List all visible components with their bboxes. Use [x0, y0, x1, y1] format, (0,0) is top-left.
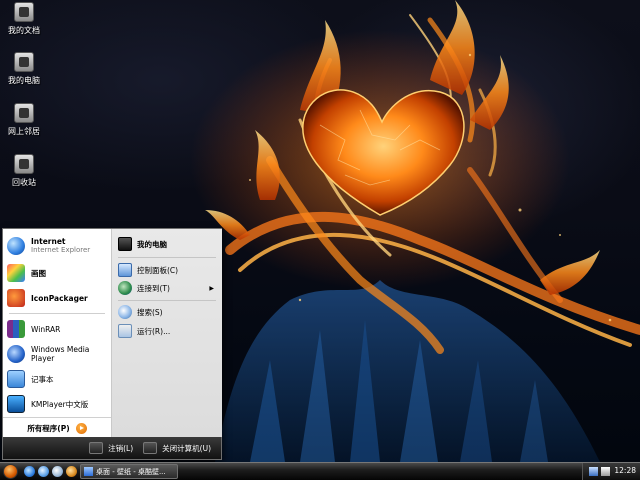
menu-item-title: IconPackager	[31, 293, 88, 303]
desktop-icon-recycle-bin[interactable]: 回收站	[0, 154, 48, 188]
all-programs-label: 所有程序(P)	[27, 423, 70, 433]
logoff-label: 注销(L)	[108, 443, 134, 453]
menu-item-title: 运行(R)...	[137, 326, 171, 336]
internet-explorer-icon	[7, 237, 25, 255]
menu-item-paint[interactable]: 画图	[7, 264, 107, 282]
shutdown-label: 关闭计算机(U)	[162, 443, 211, 453]
menu-item-run[interactable]: 运行(R)...	[118, 324, 218, 338]
winrar-icon	[7, 320, 25, 338]
shutdown-button[interactable]: 关闭计算机(U)	[143, 442, 211, 454]
menu-separator	[118, 257, 216, 258]
desktop-icon-label: 我的电脑	[8, 76, 40, 85]
desktop-icon-label: 网上邻居	[8, 127, 40, 136]
desktop-icon-label: 我的文档	[8, 26, 40, 35]
quick-launch-media-player-icon[interactable]	[38, 466, 49, 477]
logoff-button[interactable]: 注销(L)	[89, 442, 133, 454]
taskbar-window-button[interactable]: 桌面 - 壁纸 - 桌酷壁...	[80, 464, 178, 479]
my-computer-icon	[118, 237, 132, 251]
menu-item-title: 搜索(S)	[137, 307, 163, 317]
quick-launch-show-desktop-icon[interactable]	[52, 466, 63, 477]
desktop-icon-my-documents[interactable]: 我的文档	[0, 2, 48, 36]
menu-item-title: 记事本	[31, 374, 54, 384]
menu-item-search[interactable]: 搜索(S)	[118, 305, 218, 319]
menu-item-windows-media-player[interactable]: Windows Media Player	[7, 345, 107, 363]
kmplayer-icon	[7, 395, 25, 413]
quick-launch-folder-icon[interactable]	[66, 466, 77, 477]
arrow-right-icon	[75, 422, 87, 434]
menu-item-subtitle: Internet Explorer	[31, 246, 91, 254]
menu-item-my-computer[interactable]: 我的电脑	[118, 237, 218, 251]
menu-item-internet[interactable]: Internet Internet Explorer	[7, 237, 107, 255]
menu-item-title: KMPlayer中文版	[31, 399, 89, 409]
menu-item-title: 控制面板(C)	[137, 265, 179, 275]
run-icon	[118, 324, 132, 338]
logoff-icon	[89, 442, 104, 454]
menu-item-notepad[interactable]: 记事本	[7, 370, 107, 388]
iconpackager-icon	[7, 289, 25, 307]
paint-icon	[7, 264, 25, 282]
connect-to-icon	[118, 281, 132, 295]
menu-item-iconpackager[interactable]: IconPackager	[7, 289, 107, 307]
system-tray: 12:28	[582, 463, 640, 480]
network-icon[interactable]	[589, 467, 598, 476]
desktop-icon-my-computer[interactable]: 我的电脑	[0, 52, 48, 86]
menu-item-connect-to[interactable]: 连接到(T) ▶	[118, 281, 218, 295]
shutdown-icon	[143, 442, 158, 454]
menu-item-title: 我的电脑	[137, 239, 167, 249]
start-button[interactable]	[3, 464, 18, 479]
menu-item-title: Windows Media Player	[31, 345, 90, 363]
start-menu-footer: 注销(L) 关闭计算机(U)	[3, 437, 221, 459]
taskbar-window-title: 桌面 - 壁纸 - 桌酷壁...	[96, 467, 166, 476]
recycle-bin-icon	[14, 154, 34, 174]
submenu-arrow-icon: ▶	[209, 284, 214, 292]
all-programs-button[interactable]: 所有程序(P)	[3, 417, 111, 438]
my-documents-icon	[14, 2, 34, 22]
start-menu-programs-pane: Internet Internet Explorer 画图 IconPackag…	[3, 229, 111, 437]
menu-item-control-panel[interactable]: 控制面板(C)	[118, 263, 218, 277]
my-computer-icon	[14, 52, 34, 72]
network-places-icon	[14, 103, 34, 123]
notepad-icon	[7, 370, 25, 388]
clock[interactable]: 12:28	[614, 466, 636, 475]
menu-item-title: WinRAR	[31, 324, 61, 334]
menu-item-title: 连接到(T)	[137, 283, 170, 293]
taskbar: 桌面 - 壁纸 - 桌酷壁... 12:28	[0, 462, 640, 480]
desktop-icon-network-places[interactable]: 网上邻居	[0, 103, 48, 137]
menu-separator	[9, 313, 105, 314]
volume-icon[interactable]	[601, 467, 610, 476]
menu-item-winrar[interactable]: WinRAR	[7, 320, 107, 338]
menu-separator	[118, 300, 216, 301]
desktop-icon-label: 回收站	[12, 178, 36, 187]
media-player-icon	[7, 345, 25, 363]
menu-item-title: Internet	[31, 237, 66, 246]
start-menu: Internet Internet Explorer 画图 IconPackag…	[2, 228, 222, 460]
control-panel-icon	[118, 263, 132, 277]
window-icon	[84, 467, 93, 476]
search-icon	[118, 305, 132, 319]
start-menu-places-pane: 我的电脑 控制面板(C) 连接到(T) ▶ 搜索(S) 运行(R)...	[111, 229, 222, 437]
quick-launch-internet-explorer-icon[interactable]	[24, 466, 35, 477]
menu-item-kmplayer[interactable]: KMPlayer中文版	[7, 395, 107, 413]
menu-item-title: 画图	[31, 268, 46, 278]
